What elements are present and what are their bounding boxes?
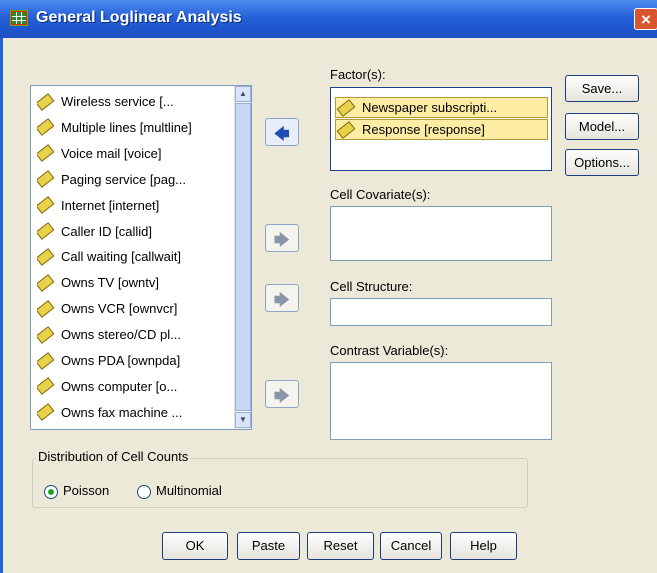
- list-item-label: Voice mail [voice]: [61, 145, 162, 161]
- options-button[interactable]: Options...: [565, 149, 639, 176]
- cancel-button[interactable]: Cancel: [380, 532, 442, 560]
- list-item[interactable]: Owns VCR [ownvcr]: [37, 299, 227, 319]
- scale-ruler-icon: [37, 273, 55, 292]
- scale-ruler-icon: [37, 144, 55, 163]
- list-item[interactable]: Internet [internet]: [37, 196, 227, 216]
- poisson-radio[interactable]: [44, 485, 58, 499]
- list-item-label: Owns PDA [ownpda]: [61, 353, 181, 368]
- arrow-right-icon: 🡆: [274, 292, 290, 309]
- scale-ruler-icon: [336, 120, 356, 139]
- scale-ruler-icon: [37, 248, 55, 266]
- list-item[interactable]: Response [response]: [335, 119, 548, 140]
- move-to-contrast-button[interactable]: 🡆: [265, 380, 299, 408]
- ok-button[interactable]: OK: [162, 532, 228, 560]
- close-button[interactable]: ×: [634, 8, 657, 30]
- list-item-label: Owns stereo/CD pl...: [61, 327, 181, 343]
- list-item[interactable]: Newspaper subscripti...: [335, 97, 548, 118]
- list-item[interactable]: Multiple lines [multline]: [37, 118, 227, 138]
- title-bar[interactable]: General Loglinear Analysis ×: [0, 0, 657, 38]
- reset-button[interactable]: Reset: [307, 532, 374, 560]
- list-item[interactable]: Owns TV [owntv]: [37, 273, 227, 293]
- window-title: General Loglinear Analysis: [36, 9, 242, 26]
- scale-ruler-icon: [336, 98, 356, 117]
- cell-structure-field[interactable]: [330, 298, 552, 326]
- list-item-label: Owns fax machine ...: [61, 404, 183, 420]
- cell-covariates-list[interactable]: [330, 206, 552, 261]
- cell-covariates-label: Cell Covariate(s):: [330, 187, 431, 202]
- spreadsheet-icon: [10, 10, 28, 26]
- scroll-down-button[interactable]: ▼: [235, 412, 251, 428]
- scale-ruler-icon: [37, 299, 55, 318]
- list-item[interactable]: Owns fax machine ...: [37, 403, 227, 423]
- scale-ruler-icon: [37, 351, 55, 370]
- list-item[interactable]: Owns PDA [ownpda]: [37, 351, 227, 371]
- list-item-label: Owns computer [o...: [61, 378, 178, 394]
- contrast-variables-label: Contrast Variable(s):: [330, 343, 449, 358]
- cell-structure-label: Cell Structure:: [330, 279, 413, 294]
- list-item-label: Call waiting [callwait]: [61, 249, 181, 265]
- window-border: [0, 38, 3, 573]
- contrast-variables-list[interactable]: [330, 362, 552, 440]
- list-item[interactable]: Wireless service [...: [37, 92, 227, 112]
- scroll-down-icon: ▼: [239, 415, 247, 424]
- list-item[interactable]: Owns stereo/CD pl...: [37, 325, 227, 345]
- scale-ruler-icon: [37, 196, 55, 215]
- list-item[interactable]: Paging service [pag...: [37, 170, 227, 190]
- model-button[interactable]: Model...: [565, 113, 639, 140]
- list-scrollbar[interactable]: ▲ ▼: [234, 86, 251, 429]
- factors-list[interactable]: Newspaper subscripti... Response [respon…: [330, 87, 552, 171]
- list-item-label: Internet [internet]: [61, 197, 160, 213]
- scale-ruler-icon: [37, 92, 55, 111]
- save-button[interactable]: Save...: [565, 75, 639, 102]
- list-item-label: Wireless service [...: [61, 94, 174, 109]
- help-button[interactable]: Help: [450, 532, 517, 560]
- dialog-window: General Loglinear Analysis × Wireless se…: [0, 0, 657, 573]
- arrow-right-icon: 🡆: [274, 388, 290, 405]
- paste-button[interactable]: Paste: [237, 532, 300, 560]
- factors-label: Factor(s):: [330, 67, 386, 82]
- scale-ruler-icon: [37, 222, 55, 240]
- scale-ruler-icon: [37, 377, 55, 396]
- list-item-label: Newspaper subscripti...: [362, 100, 498, 115]
- list-item-label: Response [response]: [362, 122, 485, 137]
- close-icon: ×: [641, 10, 651, 29]
- distribution-title: Distribution of Cell Counts: [36, 449, 191, 464]
- scroll-up-icon: ▲: [239, 89, 247, 98]
- list-item-label: Paging service [pag...: [61, 171, 187, 187]
- multinomial-label[interactable]: Multinomial: [156, 483, 222, 498]
- list-item-label: Owns TV [owntv]: [61, 275, 160, 291]
- move-to-cell-structure-button[interactable]: 🡆: [265, 284, 299, 312]
- poisson-label[interactable]: Poisson: [63, 483, 109, 498]
- variable-list[interactable]: Wireless service [... Multiple lines [mul…: [30, 85, 252, 430]
- scale-ruler-icon: [37, 403, 55, 422]
- scale-ruler-icon: [37, 325, 55, 344]
- list-item[interactable]: Voice mail [voice]: [37, 144, 227, 164]
- scale-ruler-icon: [37, 118, 55, 137]
- scale-ruler-icon: [37, 170, 55, 189]
- list-item[interactable]: Caller ID [callid]: [37, 222, 227, 242]
- scroll-up-button[interactable]: ▲: [235, 86, 251, 102]
- move-to-factors-button[interactable]: 🡄: [265, 118, 299, 146]
- list-item-label: Multiple lines [multline]: [61, 119, 192, 135]
- arrow-left-icon: 🡄: [274, 126, 290, 143]
- list-item-label: Caller ID [callid]: [61, 223, 153, 239]
- move-to-covariates-button[interactable]: 🡆: [265, 224, 299, 252]
- list-item-label: Owns VCR [ownvcr]: [61, 301, 178, 317]
- list-item[interactable]: Call waiting [callwait]: [37, 247, 227, 267]
- arrow-right-icon: 🡆: [274, 232, 290, 249]
- multinomial-radio[interactable]: [137, 485, 151, 499]
- list-item[interactable]: Owns computer [o...: [37, 377, 227, 397]
- scroll-thumb[interactable]: [235, 103, 251, 411]
